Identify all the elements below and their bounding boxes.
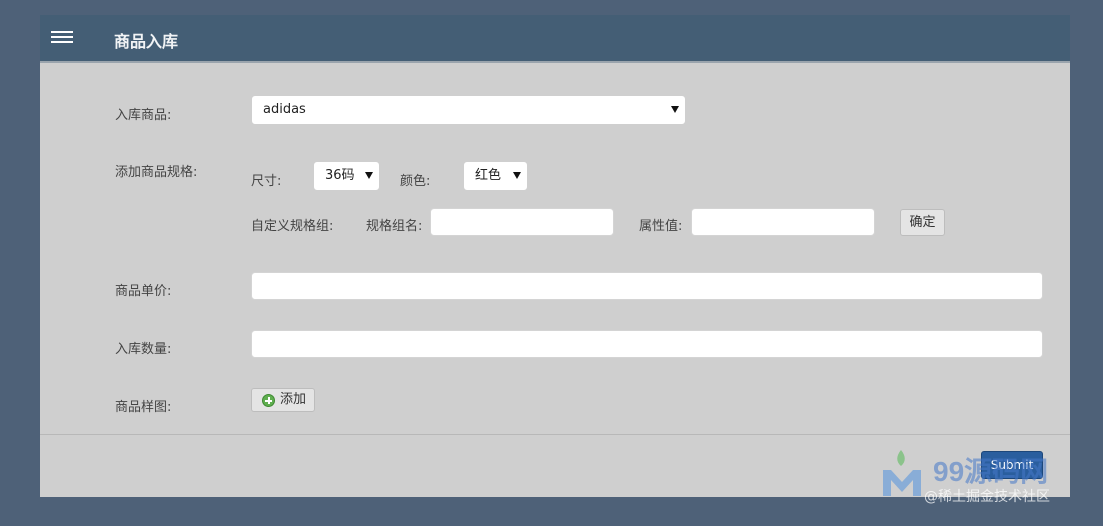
color-label: 颜色:: [400, 174, 431, 189]
size-select[interactable]: 36码: [313, 161, 380, 191]
quantity-input[interactable]: [251, 330, 1043, 358]
confirm-button[interactable]: 确定: [900, 209, 945, 236]
color-select[interactable]: 红色: [463, 161, 528, 191]
page-title: 商品入库: [114, 32, 179, 51]
price-label: 商品单价:: [115, 284, 172, 299]
size-select-value: 36码: [325, 168, 355, 183]
watermark-text: 99源码网: [933, 456, 1049, 487]
attr-value-label: 属性值:: [639, 219, 683, 234]
size-label: 尺寸:: [251, 174, 282, 189]
price-input[interactable]: [251, 272, 1043, 300]
add-circle-icon: [262, 394, 275, 407]
spec-label: 添加商品规格:: [115, 165, 198, 180]
add-image-label: 添加: [280, 392, 307, 407]
attr-value-input[interactable]: [691, 208, 875, 236]
group-name-input[interactable]: [430, 208, 614, 236]
dropdown-arrow-icon: [365, 172, 373, 179]
panel-header: 商品入库: [40, 15, 1070, 63]
dropdown-arrow-icon: [513, 172, 521, 179]
product-select-value: adidas: [263, 102, 306, 117]
footer-divider: [40, 434, 1070, 435]
form-panel: 商品入库 入库商品: adidas 添加商品规格: 尺寸: 36码 颜色: 红色…: [40, 15, 1070, 497]
dropdown-arrow-icon: [671, 106, 679, 113]
hamburger-menu-icon[interactable]: [51, 31, 73, 46]
add-image-button[interactable]: 添加: [251, 388, 315, 412]
group-name-label: 规格组名:: [366, 219, 423, 234]
product-label: 入库商品:: [115, 108, 172, 123]
color-select-value: 红色: [475, 168, 502, 183]
custom-group-label: 自定义规格组:: [251, 219, 334, 234]
image-label: 商品样图:: [115, 400, 172, 415]
watermark-logo-icon: [883, 450, 921, 496]
product-select[interactable]: adidas: [251, 95, 686, 125]
watermark-subtext: @稀土掘金技术社区: [924, 489, 1050, 505]
quantity-label: 入库数量:: [115, 342, 172, 357]
